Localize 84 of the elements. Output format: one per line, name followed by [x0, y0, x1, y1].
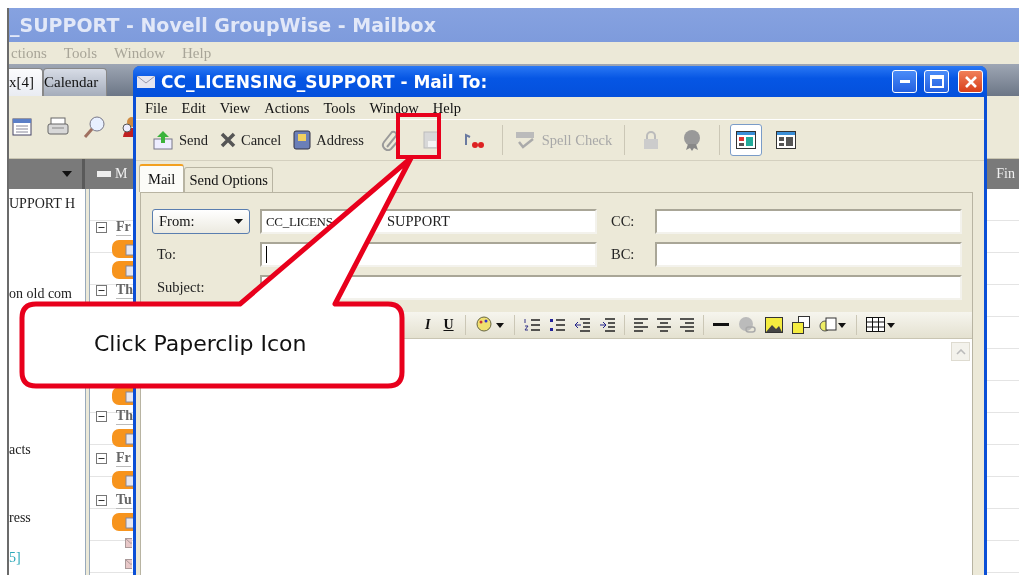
bc-field[interactable]	[655, 242, 962, 267]
collapse-icon[interactable]	[96, 495, 107, 506]
tab[interactable]: Send Options	[184, 167, 273, 192]
address-book-button[interactable]: Address	[291, 130, 366, 150]
dropdown-caret-icon[interactable]	[62, 171, 72, 177]
image-icon[interactable]	[764, 317, 783, 333]
field-text: CC_LICENS	[266, 213, 334, 230]
align-center-icon[interactable]	[656, 318, 671, 332]
envelope-icon	[137, 75, 155, 88]
close-button[interactable]	[958, 70, 983, 93]
calendar-icon[interactable]	[11, 116, 33, 138]
color-picker-icon[interactable]	[474, 316, 505, 334]
field-label: Subject:	[156, 279, 206, 296]
field-label: BC:	[610, 246, 636, 263]
layout-icon	[776, 131, 797, 149]
callout-text: Click Paperclip Icon	[94, 331, 307, 356]
images-icon[interactable]	[791, 316, 810, 334]
window-title: _SUPPORT - Novell GroupWise - Mailbox	[10, 14, 436, 36]
send-button[interactable]: Send	[150, 130, 210, 150]
italic-button[interactable]: I	[423, 317, 433, 333]
folder-item[interactable]: acts	[9, 441, 85, 459]
field-text: SUPPORT	[387, 213, 450, 230]
seal-icon[interactable]	[682, 129, 703, 151]
menu-item[interactable]: Window	[369, 99, 419, 117]
collapse-icon[interactable]	[96, 222, 107, 233]
menu-item[interactable]: Edit	[181, 99, 206, 117]
printer-icon[interactable]	[46, 116, 70, 138]
folder-item[interactable]: on old com	[9, 285, 85, 303]
window-title: CC_LICENSING_SUPPORT - Mail To:	[161, 71, 488, 92]
indent-icon[interactable]	[598, 317, 615, 333]
group-label: Fr	[116, 450, 131, 467]
mail-icon[interactable]	[112, 260, 133, 279]
underline-button[interactable]: U	[441, 317, 456, 333]
caret-icon	[234, 219, 243, 224]
collapse-icon[interactable]	[96, 411, 107, 422]
collapse-icon[interactable]	[96, 285, 107, 296]
close-icon	[963, 74, 978, 89]
field-label: To:	[156, 246, 178, 263]
column-header[interactable]: M	[115, 166, 128, 182]
x-icon	[220, 132, 236, 148]
tab[interactable]: Mail	[139, 164, 185, 192]
spell-check-icon	[514, 131, 537, 149]
mail-icon[interactable]	[112, 470, 133, 489]
menu-item[interactable]: File	[145, 99, 168, 117]
chevron-up-icon	[955, 348, 966, 355]
address-book-icon	[293, 130, 312, 150]
align-left-icon[interactable]	[633, 318, 648, 332]
envelope-icon	[97, 171, 111, 177]
shape-dropdown-icon[interactable]	[818, 316, 847, 334]
table-dropdown-icon[interactable]	[865, 317, 896, 333]
numbered-list-icon[interactable]	[523, 317, 540, 333]
collapse-icon[interactable]	[96, 453, 107, 464]
menu-item[interactable]: Actions	[264, 99, 310, 117]
maximize-icon	[929, 75, 944, 88]
align-right-icon[interactable]	[679, 318, 694, 332]
tab[interactable]: Calendar	[43, 68, 108, 96]
menu-item[interactable]: View	[219, 99, 251, 117]
from-dropdown[interactable]: From:	[152, 209, 250, 234]
send-mail-icon	[152, 130, 174, 150]
tab[interactable]: x[4]	[9, 68, 43, 96]
field-label: CC:	[610, 213, 636, 230]
folder-item[interactable]: UPPORT H	[9, 195, 85, 213]
folder-item[interactable]: ress	[9, 509, 85, 527]
mail-icon[interactable]	[112, 239, 133, 258]
group-label: Fr	[116, 219, 131, 236]
minimize-button[interactable]	[892, 70, 917, 93]
maximize-button[interactable]	[924, 70, 949, 93]
outdent-icon[interactable]	[573, 317, 590, 333]
layout-icon	[736, 131, 757, 149]
envelope-icon[interactable]	[125, 537, 132, 548]
menu-item[interactable]: Help	[432, 99, 461, 117]
view-button[interactable]	[730, 124, 763, 156]
cc-field[interactable]	[655, 209, 962, 234]
signature-icon[interactable]	[462, 131, 485, 149]
cancel-button[interactable]: Cancel	[218, 131, 284, 149]
bullet-list-icon[interactable]	[548, 317, 565, 333]
group-label: Tu	[116, 492, 132, 509]
envelope-icon[interactable]	[125, 558, 132, 569]
minimize-icon	[899, 79, 910, 84]
column-header[interactable]: Fin	[996, 166, 1015, 182]
menu-item[interactable]: Tools	[323, 99, 356, 117]
mail-icon[interactable]	[112, 512, 133, 531]
search-icon[interactable]	[83, 115, 107, 139]
mail-icon[interactable]	[112, 428, 133, 447]
